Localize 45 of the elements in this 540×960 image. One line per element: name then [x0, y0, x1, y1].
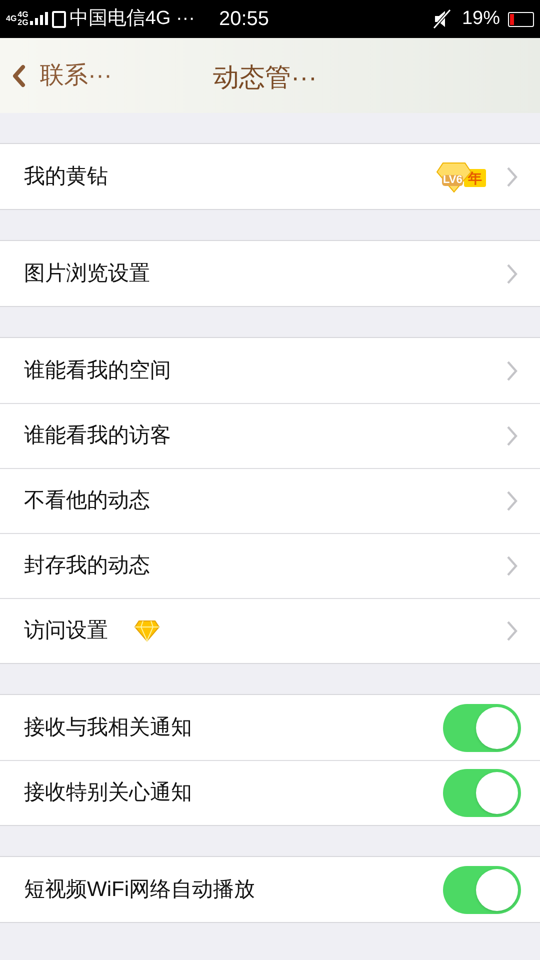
back-button[interactable]: 联系···	[12, 58, 112, 94]
row-label: 访问设置	[24, 618, 108, 644]
chevron-icon	[506, 166, 518, 188]
row-label: 图片浏览设置	[24, 260, 150, 287]
settings-row[interactable]: 谁能看我的空间	[0, 338, 540, 403]
signal-icon	[30, 11, 48, 27]
toggle-switch[interactable]	[443, 704, 521, 752]
row-label: 我的黄钻	[24, 164, 108, 190]
chevron-icon	[506, 555, 518, 577]
clock: 20:55	[218, 7, 270, 32]
page-title: 动态管···	[213, 61, 317, 94]
toggle-switch[interactable]	[443, 866, 521, 914]
toggle-switch[interactable]	[443, 769, 521, 817]
row-label: 封存我的动态	[24, 553, 150, 580]
network-type: 4G	[18, 11, 28, 19]
settings-row[interactable]: 访问设置	[0, 598, 540, 663]
back-chevron-icon	[12, 64, 26, 88]
row-label: 短视频WiFi网络自动播放	[24, 876, 255, 903]
battery-percent: 19%	[462, 6, 500, 31]
level-text: LV6	[442, 174, 464, 186]
chevron-icon	[506, 360, 518, 382]
chevron-icon	[506, 425, 518, 447]
chevron-icon	[506, 262, 518, 284]
row-label: 不看他的动态	[24, 488, 150, 514]
row-label: 谁能看我的空间	[24, 358, 171, 384]
mute-icon	[432, 9, 452, 29]
network-type: 2G	[18, 19, 28, 27]
settings-row[interactable]: 封存我的动态	[0, 533, 540, 598]
sim-icon	[52, 10, 66, 28]
row-label: 谁能看我的访客	[24, 423, 171, 450]
row-label: 接收特别关心通知	[24, 780, 192, 806]
settings-row[interactable]: 我的黄钻 LV6 年	[0, 144, 540, 209]
network-type: 4G	[6, 15, 17, 23]
row-label: 接收与我相关通知	[24, 714, 192, 741]
settings-row[interactable]: 不看他的动态	[0, 468, 540, 533]
settings-row[interactable]: 图片浏览设置	[0, 241, 540, 306]
carrier-name: 中国电信4G ···	[69, 6, 195, 31]
settings-row[interactable]: 接收特别关心通知	[0, 760, 540, 825]
battery-icon	[508, 12, 534, 26]
chevron-icon	[506, 490, 518, 512]
settings-row[interactable]: 短视频WiFi网络自动播放	[0, 857, 540, 922]
year-text: 年	[468, 168, 482, 186]
settings-row[interactable]: 接收与我相关通知	[0, 695, 540, 760]
settings-row[interactable]: 谁能看我的访客	[0, 403, 540, 468]
chevron-icon	[506, 620, 518, 642]
